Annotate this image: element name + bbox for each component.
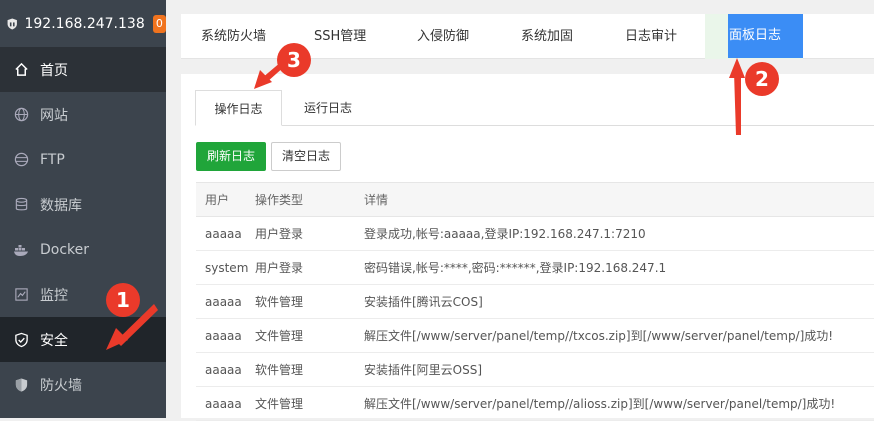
annotation-marker-2: 2: [745, 62, 779, 96]
annotation-arrowhead-2: [729, 58, 745, 78]
annotation-arrow-2: [734, 72, 741, 135]
annotation-arrowhead-1: [106, 328, 128, 350]
annotation-marker-1: 1: [106, 283, 140, 317]
annotation-marker-3: 3: [277, 43, 311, 77]
annotation-arrows: [106, 58, 745, 350]
